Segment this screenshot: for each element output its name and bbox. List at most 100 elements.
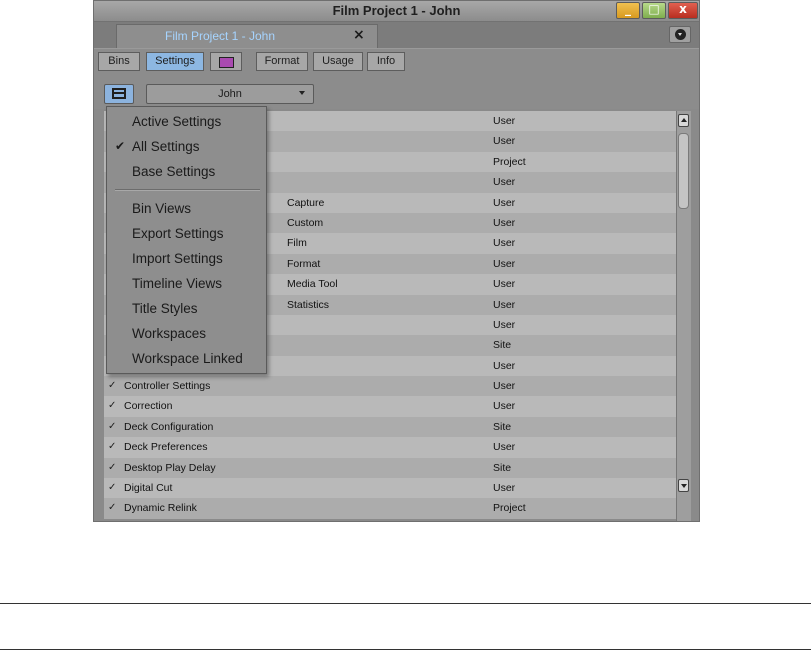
check-icon: ✓ [108, 441, 117, 453]
menu-item-all-settings[interactable]: ✔ All Settings [107, 136, 266, 160]
minimize-button[interactable]: _ [616, 2, 640, 19]
check-icon: ✓ [108, 502, 117, 514]
setting-kind: User [493, 216, 516, 229]
setting-kind: User [493, 278, 516, 291]
table-row[interactable]: ✓ Dynamic Relink Project [104, 498, 676, 519]
close-icon: x [679, 2, 687, 16]
menu-item-label: Workspace Linked [132, 351, 243, 366]
menu-item-bin-views[interactable]: Bin Views [107, 198, 266, 222]
menu-item-label: Import Settings [132, 251, 223, 266]
settings-filter-menu: Active Settings ✔ All Settings Base Setting… [106, 106, 267, 374]
user-select-value: John [218, 88, 242, 100]
color-swatch-icon [218, 57, 234, 68]
setting-name: Dynamic Relink [124, 502, 197, 515]
setting-kind: User [493, 298, 516, 311]
check-icon: ✓ [108, 400, 117, 412]
setting-name: Correction [124, 400, 173, 413]
menu-item-label: Base Settings [132, 164, 216, 179]
menu-item-label: All Settings [132, 139, 200, 154]
menu-separator [115, 189, 260, 191]
title-bar[interactable]: Film Project 1 - John _ □ x [94, 1, 699, 22]
tab-settings[interactable]: Settings [146, 52, 204, 71]
setting-kind: User [493, 176, 516, 189]
check-icon: ✓ [108, 380, 117, 392]
setting-name: Desktop Play Delay [124, 461, 216, 474]
check-icon: ✓ [108, 482, 117, 494]
setting-kind: User [493, 482, 516, 495]
setting-kind: User [493, 400, 516, 413]
setting-kind: User [493, 441, 516, 454]
setting-name: Deck Configuration [124, 420, 214, 433]
table-row[interactable]: ✓ Desktop Play Delay Site [104, 457, 676, 479]
tab-usage[interactable]: Usage [313, 52, 363, 71]
tab-format[interactable]: Format [256, 52, 308, 71]
setting-subname: Format [287, 257, 321, 270]
menu-item-export-settings[interactable]: Export Settings [107, 223, 266, 247]
table-row[interactable]: ✓ Controller Settings User [104, 376, 676, 397]
setting-kind: User [493, 196, 516, 209]
menu-item-workspaces[interactable]: Workspaces [107, 323, 266, 347]
setting-subname: Custom [287, 216, 324, 229]
setting-name: Controller Settings [124, 380, 211, 393]
table-row[interactable]: ✓ Deck Preferences User [104, 437, 676, 458]
menu-item-timeline-views[interactable]: Timeline Views [107, 273, 266, 297]
window-title: Film Project 1 - John [332, 3, 461, 18]
maximize-button[interactable]: □ [642, 2, 666, 19]
page-rule-top [0, 603, 811, 604]
setting-subname: Media Tool [287, 278, 338, 291]
table-row[interactable]: ✓ Deck Configuration Site [104, 416, 676, 438]
dropdown-arrow-icon [299, 91, 305, 95]
project-tabs: Bins Settings Format Usage Info [94, 48, 699, 75]
check-icon: ✓ [108, 420, 117, 432]
menu-item-import-settings[interactable]: Import Settings [107, 248, 266, 272]
project-tab-label: Film Project 1 - John [165, 29, 276, 43]
setting-name: Digital Cut [124, 482, 173, 495]
setting-subname: Statistics [287, 298, 330, 311]
tab-colors[interactable] [210, 52, 242, 71]
table-row[interactable]: ✓ Correction User [104, 396, 676, 417]
menu-item-title-styles[interactable]: Title Styles [107, 298, 266, 322]
checkmark-icon: ✔ [115, 139, 126, 153]
settings-toolbar: John [94, 74, 699, 109]
setting-kind: User [493, 257, 516, 270]
menu-item-label: Workspaces [132, 326, 207, 341]
menu-item-workspace-linked[interactable]: Workspace Linked [107, 348, 266, 372]
menu-item-label: Bin Views [132, 201, 192, 216]
menu-item-label: Export Settings [132, 226, 224, 241]
setting-kind: User [493, 318, 516, 331]
setting-kind: Project [493, 502, 526, 515]
project-tab[interactable]: Film Project 1 - John × [116, 24, 378, 48]
setting-kind: Project [493, 155, 526, 168]
minimize-icon: _ [625, 2, 631, 16]
setting-kind: Site [493, 339, 512, 352]
close-tab-icon[interactable]: × [353, 27, 365, 43]
scroll-up-button[interactable] [678, 114, 689, 127]
setting-kind: User [493, 237, 516, 250]
maximize-icon: □ [648, 2, 660, 16]
setting-subname: Capture [287, 196, 325, 209]
setting-kind: User [493, 359, 516, 372]
table-row[interactable]: ✓ Digital Cut User [104, 478, 676, 499]
setting-kind: User [493, 135, 516, 148]
check-icon: ✓ [108, 461, 117, 473]
menu-item-label: Active Settings [132, 114, 222, 129]
setting-kind: Site [493, 461, 512, 474]
scroll-thumb[interactable] [678, 133, 689, 209]
settings-view-button[interactable] [104, 84, 134, 104]
user-select[interactable]: John [146, 84, 314, 104]
menu-item-base-settings[interactable]: Base Settings [107, 161, 266, 185]
view-menu-icon [112, 88, 126, 99]
setting-name: Deck Preferences [124, 441, 208, 454]
scroll-down-button[interactable] [678, 479, 689, 492]
close-window-button[interactable]: x [668, 2, 698, 19]
menu-item-active-settings[interactable]: Active Settings [107, 111, 266, 135]
tab-bins[interactable]: Bins [98, 52, 140, 71]
tab-info[interactable]: Info [367, 52, 405, 71]
fast-menu-button[interactable] [669, 26, 691, 43]
menu-item-label: Timeline Views [132, 276, 223, 291]
setting-subname: Film [287, 237, 307, 250]
project-tab-bar: Film Project 1 - John × [94, 22, 699, 48]
chevron-down-icon [675, 29, 686, 40]
vertical-scrollbar[interactable] [676, 111, 691, 521]
setting-kind: User [493, 380, 516, 393]
